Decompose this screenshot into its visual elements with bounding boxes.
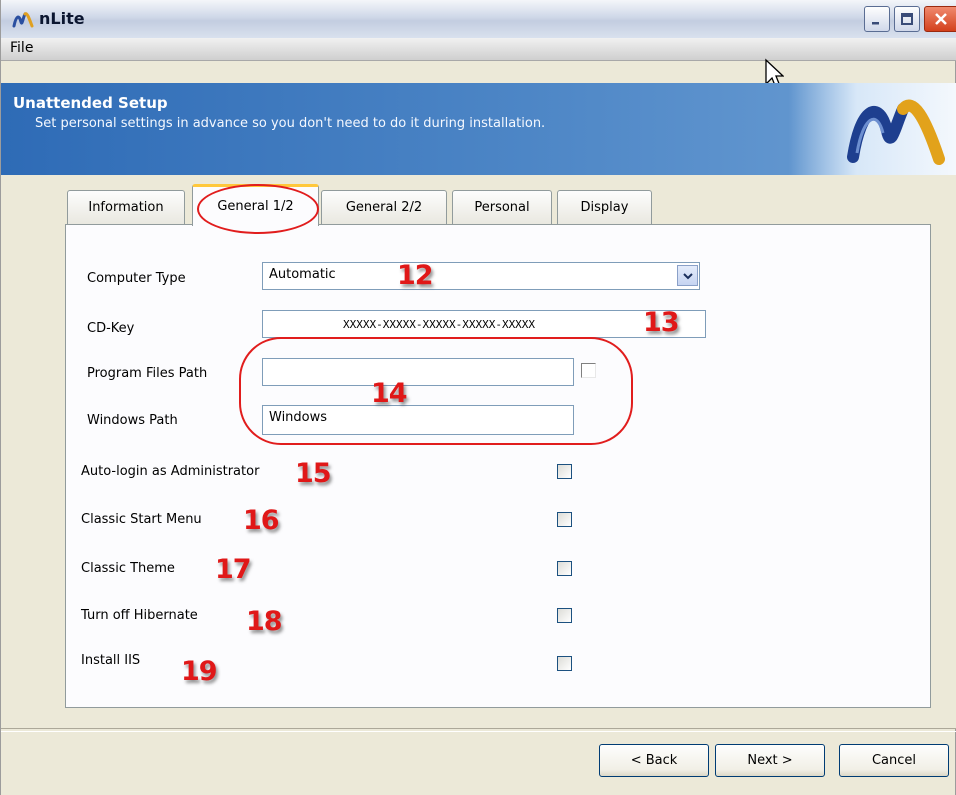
minimize-icon [872,22,879,25]
annotation-number: 12 [397,260,434,291]
minimize-button[interactable] [864,6,890,32]
nlite-logo-icon [12,12,34,28]
maximize-icon [901,13,913,25]
option-classic-theme-checkbox[interactable] [557,561,572,576]
option-auto-login-checkbox[interactable] [557,464,572,479]
option-turn-off-hibernate-checkbox[interactable] [557,608,572,623]
tab-display[interactable]: Display [557,190,652,224]
tab-information[interactable]: Information [67,190,185,224]
annotation-oval-tab [197,184,319,234]
nlite-window: nLite File Unattended Setup Set personal… [0,0,956,795]
annotation-number: 19 [181,656,218,687]
page-subtitle: Set personal settings in advance so you … [35,116,546,131]
computer-type-label: Computer Type [87,271,186,286]
tab-general-2-2[interactable]: General 2/2 [321,190,447,224]
tab-personal[interactable]: Personal [452,190,552,224]
page-header: Unattended Setup Set personal settings i… [1,83,956,175]
annotation-number: 16 [243,505,280,536]
close-button[interactable] [924,6,956,32]
back-button[interactable]: < Back [599,744,709,777]
cancel-button[interactable]: Cancel [839,744,949,777]
program-files-path-label: Program Files Path [87,366,208,381]
nlite-large-logo-icon [847,99,945,165]
windows-path-label: Windows Path [87,413,178,428]
title-bar[interactable]: nLite [1,0,956,39]
menu-file[interactable]: File [10,40,33,56]
window-title: nLite [39,9,85,28]
annotation-number: 15 [295,458,332,489]
next-button[interactable]: Next > [715,744,825,777]
option-turn-off-hibernate-label: Turn off Hibernate [81,608,198,623]
annotation-oval-paths [239,337,633,445]
footer-divider [1,728,956,732]
chevron-down-icon[interactable] [677,265,698,286]
option-classic-theme-label: Classic Theme [81,561,175,576]
page-title: Unattended Setup [13,94,168,112]
annotation-number: 13 [643,307,680,338]
computer-type-select[interactable]: Automatic [262,262,700,290]
cd-key-value: XXXXX-XXXXX-XXXXX-XXXXX-XXXXX [343,318,536,331]
close-icon [934,13,947,25]
option-install-iis-label: Install IIS [81,653,141,668]
option-classic-start-menu-label: Classic Start Menu [81,512,202,527]
computer-type-value: Automatic [269,267,336,282]
option-auto-login-label: Auto-login as Administrator [81,464,260,479]
option-install-iis-checkbox[interactable] [557,656,572,671]
annotation-number: 17 [215,554,252,585]
cd-key-input[interactable]: XXXXX-XXXXX-XXXXX-XXXXX-XXXXX [262,310,706,338]
maximize-button[interactable] [894,6,920,32]
menu-bar: File [1,38,956,61]
cd-key-label: CD-Key [87,321,135,336]
option-classic-start-menu-checkbox[interactable] [557,512,572,527]
annotation-number: 18 [246,606,283,637]
